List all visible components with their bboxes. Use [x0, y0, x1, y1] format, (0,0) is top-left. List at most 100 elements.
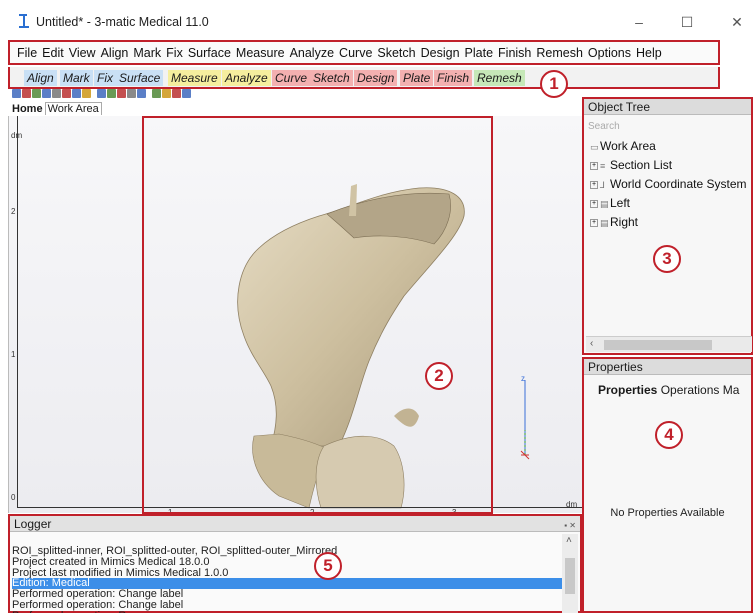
vertical-ruler: [8, 116, 18, 508]
object-tree-horizontal-scrollbar[interactable]: ‹: [586, 336, 752, 352]
menu-align[interactable]: Align: [101, 46, 129, 60]
menu-measure[interactable]: Measure: [236, 46, 285, 60]
menu-edit[interactable]: Edit: [42, 46, 64, 60]
menu-remesh[interactable]: Remesh: [536, 46, 583, 60]
tab-sketch[interactable]: Sketch: [310, 70, 353, 86]
callout-4: 4: [655, 421, 683, 449]
tree-item-world-coordinate-system[interactable]: + ⅃ World Coordinate System: [590, 177, 747, 191]
tree-item-right[interactable]: + ▤Right: [590, 215, 638, 229]
axis-triad: [520, 380, 530, 460]
scroll-thumb[interactable]: [565, 558, 575, 594]
tool-icon[interactable]: [107, 89, 116, 98]
tab-align[interactable]: Align: [24, 70, 57, 86]
menu-analyze[interactable]: Analyze: [290, 46, 334, 60]
expand-icon[interactable]: +: [590, 180, 598, 189]
menu-mark[interactable]: Mark: [133, 46, 161, 60]
tool-icon[interactable]: [182, 89, 191, 98]
log-line[interactable]: Performed operation: Change label: [12, 600, 183, 611]
tab-operations[interactable]: Operations: [661, 383, 720, 397]
logger-vertical-scrollbar[interactable]: ˄: [562, 534, 578, 613]
tree-item-left[interactable]: + ▤Left: [590, 196, 630, 210]
scroll-thumb[interactable]: [604, 340, 712, 350]
scroll-left-icon[interactable]: ‹: [590, 338, 593, 349]
part-icon: ▤: [600, 218, 609, 228]
menu-plate[interactable]: Plate: [465, 46, 494, 60]
maximize-button[interactable]: ☐: [672, 10, 702, 34]
tool-icon[interactable]: [127, 89, 136, 98]
menu-bar: File Edit View Align Mark Fix Surface Me…: [8, 40, 720, 65]
tree-item-label: Work Area: [600, 139, 656, 153]
pin-icon[interactable]: ▪ ✕: [564, 518, 576, 534]
toolbar-separator: [147, 89, 151, 100]
expand-icon[interactable]: +: [590, 218, 598, 227]
tool-icon[interactable]: [152, 89, 161, 98]
tree-item-work-area[interactable]: ▭Work Area: [590, 139, 656, 153]
tree-item-label: World Coordinate System: [610, 177, 747, 191]
tool-icon[interactable]: [32, 89, 41, 98]
tab-surface[interactable]: Surface: [116, 70, 164, 86]
menu-sketch[interactable]: Sketch: [377, 46, 415, 60]
callout-1: 1: [540, 70, 568, 98]
title-bar: Untitled* - 3-matic Medical 11.0 – ☐ ✕: [0, 0, 753, 40]
tool-icon[interactable]: [117, 89, 126, 98]
menu-help[interactable]: Help: [636, 46, 662, 60]
viewport-highlight-box: [142, 116, 493, 514]
tool-icon[interactable]: [62, 89, 71, 98]
object-tree-search[interactable]: Search: [588, 121, 738, 133]
tab-finish[interactable]: Finish: [434, 70, 473, 86]
tool-icon[interactable]: [22, 89, 31, 98]
tool-icon[interactable]: [52, 89, 61, 98]
home-tab[interactable]: Home Work Area: [10, 102, 102, 115]
tab-curve[interactable]: Curve: [272, 70, 311, 86]
tree-item-label: Left: [610, 196, 631, 210]
tool-icon[interactable]: [137, 89, 146, 98]
tab-remesh[interactable]: Remesh: [474, 70, 525, 86]
properties-panel: Properties Properties Operations Ma 4 No…: [582, 357, 753, 613]
menu-file[interactable]: File: [17, 46, 37, 60]
tree-item-label: Right: [610, 215, 639, 229]
expand-icon[interactable]: +: [590, 161, 598, 170]
object-tree-panel: Object Tree Search ▭Work Area + ≡ Section …: [582, 97, 753, 355]
tab-mark[interactable]: Mark: [60, 70, 93, 86]
menu-options[interactable]: Options: [588, 46, 631, 60]
expand-icon[interactable]: +: [590, 199, 598, 208]
tab-work-area[interactable]: Work Area: [44, 102, 102, 115]
list-icon: ≡: [600, 161, 606, 171]
logger-panel: Logger ▪ ✕ ROI_splitted-inner, ROI_split…: [8, 514, 582, 613]
menu-surface[interactable]: Surface: [188, 46, 231, 60]
tab-properties[interactable]: Properties: [598, 383, 657, 397]
tab-design[interactable]: Design: [354, 70, 398, 86]
tab-ma[interactable]: Ma: [723, 383, 740, 397]
tab-plate[interactable]: Plate: [400, 70, 434, 86]
menu-finish[interactable]: Finish: [498, 46, 531, 60]
tool-icon[interactable]: [72, 89, 81, 98]
window-title: Untitled* - 3-matic Medical 11.0: [36, 15, 209, 29]
tab-fix[interactable]: Fix: [94, 70, 116, 86]
minimize-button[interactable]: –: [624, 10, 654, 34]
tool-icon[interactable]: [42, 89, 51, 98]
menu-fix[interactable]: Fix: [166, 46, 183, 60]
menu-curve[interactable]: Curve: [339, 46, 372, 60]
tab-analyze[interactable]: Analyze: [222, 70, 271, 86]
tree-item-section-list[interactable]: + ≡ Section List: [590, 158, 672, 172]
axis-label-z: z: [521, 374, 525, 383]
scroll-up-icon[interactable]: ˄: [566, 535, 572, 546]
tool-icon[interactable]: [82, 89, 91, 98]
app-icon: [19, 14, 29, 28]
tool-icon[interactable]: [97, 89, 106, 98]
tick-label: 2: [11, 207, 16, 216]
tool-icon[interactable]: [162, 89, 171, 98]
tab-measure[interactable]: Measure: [168, 70, 221, 86]
properties-title: Properties: [584, 359, 751, 375]
tool-icon[interactable]: [172, 89, 181, 98]
menu-design[interactable]: Design: [421, 46, 460, 60]
close-button[interactable]: ✕: [722, 10, 752, 34]
callout-3: 3: [653, 245, 681, 273]
folder-icon: ▭: [590, 142, 599, 152]
unit-label-vertical: dm: [11, 131, 23, 140]
menu-view[interactable]: View: [69, 46, 96, 60]
tick-label: 0: [11, 493, 16, 502]
toolbar-tab-row: Align Mark Fix Surface Measure Analyze C…: [8, 67, 720, 89]
tool-icon[interactable]: [12, 89, 21, 98]
home-label[interactable]: Home: [10, 103, 45, 115]
